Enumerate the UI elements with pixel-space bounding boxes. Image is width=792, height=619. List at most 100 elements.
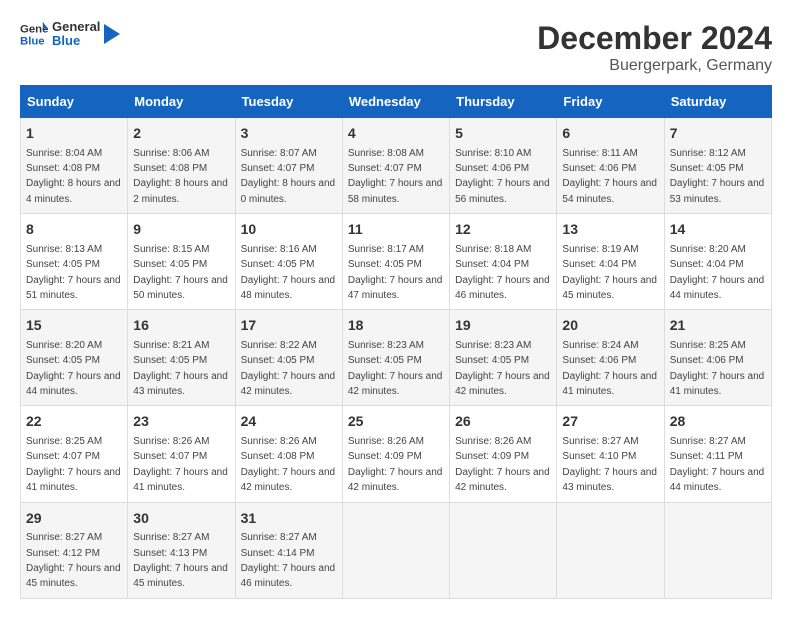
sunset-info: Sunset: 4:13 PM: [133, 548, 207, 559]
calendar-cell-w5-d2: 31 Sunrise: 8:27 AM Sunset: 4:14 PM Dayl…: [235, 502, 342, 598]
sunset-info: Sunset: 4:08 PM: [241, 451, 315, 462]
daylight-info: Daylight: 8 hours and 2 minutes.: [133, 178, 228, 204]
calendar-week-3: 15 Sunrise: 8:20 AM Sunset: 4:05 PM Dayl…: [21, 310, 772, 406]
calendar-cell-w1-d1: 2 Sunrise: 8:06 AM Sunset: 4:08 PM Dayli…: [128, 118, 235, 214]
col-monday: Monday: [128, 86, 235, 118]
calendar-cell-w4-d1: 23 Sunrise: 8:26 AM Sunset: 4:07 PM Dayl…: [128, 406, 235, 502]
day-number: 30: [133, 509, 229, 529]
calendar-cell-w2-d0: 8 Sunrise: 8:13 AM Sunset: 4:05 PM Dayli…: [21, 214, 128, 310]
sunset-info: Sunset: 4:05 PM: [133, 355, 207, 366]
calendar-cell-w5-d6: [664, 502, 771, 598]
sunrise-info: Sunrise: 8:25 AM: [26, 436, 102, 447]
daylight-info: Daylight: 7 hours and 43 minutes.: [562, 467, 657, 493]
calendar-cell-w1-d4: 5 Sunrise: 8:10 AM Sunset: 4:06 PM Dayli…: [450, 118, 557, 214]
calendar-cell-w4-d5: 27 Sunrise: 8:27 AM Sunset: 4:10 PM Dayl…: [557, 406, 664, 502]
sunset-info: Sunset: 4:04 PM: [455, 259, 529, 270]
sunset-info: Sunset: 4:05 PM: [348, 259, 422, 270]
daylight-info: Daylight: 7 hours and 42 minutes.: [348, 467, 443, 493]
col-friday: Friday: [557, 86, 664, 118]
sunrise-info: Sunrise: 8:27 AM: [670, 436, 746, 447]
calendar-cell-w1-d3: 4 Sunrise: 8:08 AM Sunset: 4:07 PM Dayli…: [342, 118, 449, 214]
sunset-info: Sunset: 4:12 PM: [26, 548, 100, 559]
sunrise-info: Sunrise: 8:21 AM: [133, 340, 209, 351]
sunrise-info: Sunrise: 8:20 AM: [26, 340, 102, 351]
col-tuesday: Tuesday: [235, 86, 342, 118]
day-number: 10: [241, 220, 337, 240]
sunrise-info: Sunrise: 8:11 AM: [562, 148, 637, 159]
sunset-info: Sunset: 4:06 PM: [562, 355, 636, 366]
daylight-info: Daylight: 7 hours and 42 minutes.: [455, 371, 550, 397]
sunset-info: Sunset: 4:04 PM: [562, 259, 636, 270]
sunrise-info: Sunrise: 8:27 AM: [241, 532, 317, 543]
col-saturday: Saturday: [664, 86, 771, 118]
daylight-info: Daylight: 7 hours and 42 minutes.: [241, 371, 336, 397]
calendar-cell-w3-d2: 17 Sunrise: 8:22 AM Sunset: 4:05 PM Dayl…: [235, 310, 342, 406]
sunset-info: Sunset: 4:11 PM: [670, 451, 743, 462]
daylight-info: Daylight: 7 hours and 41 minutes.: [562, 371, 657, 397]
sunset-info: Sunset: 4:07 PM: [241, 163, 315, 174]
calendar-cell-w4-d0: 22 Sunrise: 8:25 AM Sunset: 4:07 PM Dayl…: [21, 406, 128, 502]
sunset-info: Sunset: 4:06 PM: [562, 163, 636, 174]
sunrise-info: Sunrise: 8:17 AM: [348, 244, 424, 255]
daylight-info: Daylight: 7 hours and 46 minutes.: [455, 275, 550, 301]
daylight-info: Daylight: 8 hours and 0 minutes.: [241, 178, 336, 204]
calendar-cell-w2-d2: 10 Sunrise: 8:16 AM Sunset: 4:05 PM Dayl…: [235, 214, 342, 310]
day-number: 4: [348, 124, 444, 144]
daylight-info: Daylight: 7 hours and 58 minutes.: [348, 178, 443, 204]
daylight-info: Daylight: 7 hours and 42 minutes.: [241, 467, 336, 493]
daylight-info: Daylight: 7 hours and 45 minutes.: [133, 563, 228, 589]
calendar-cell-w3-d3: 18 Sunrise: 8:23 AM Sunset: 4:05 PM Dayl…: [342, 310, 449, 406]
sunset-info: Sunset: 4:06 PM: [670, 355, 744, 366]
sunrise-info: Sunrise: 8:24 AM: [562, 340, 638, 351]
sunset-info: Sunset: 4:05 PM: [455, 355, 529, 366]
day-number: 31: [241, 509, 337, 529]
calendar-cell-w4-d2: 24 Sunrise: 8:26 AM Sunset: 4:08 PM Dayl…: [235, 406, 342, 502]
sunrise-info: Sunrise: 8:23 AM: [455, 340, 531, 351]
day-number: 14: [670, 220, 766, 240]
day-number: 18: [348, 316, 444, 336]
calendar-cell-w1-d5: 6 Sunrise: 8:11 AM Sunset: 4:06 PM Dayli…: [557, 118, 664, 214]
daylight-info: Daylight: 7 hours and 41 minutes.: [26, 467, 121, 493]
day-number: 20: [562, 316, 658, 336]
sunrise-info: Sunrise: 8:25 AM: [670, 340, 746, 351]
daylight-info: Daylight: 7 hours and 51 minutes.: [26, 275, 121, 301]
sunset-info: Sunset: 4:09 PM: [348, 451, 422, 462]
day-number: 12: [455, 220, 551, 240]
daylight-info: Daylight: 7 hours and 53 minutes.: [670, 178, 765, 204]
page-subtitle: Buergerpark, Germany: [537, 57, 772, 75]
daylight-info: Daylight: 7 hours and 45 minutes.: [562, 275, 657, 301]
calendar-cell-w2-d6: 14 Sunrise: 8:20 AM Sunset: 4:04 PM Dayl…: [664, 214, 771, 310]
sunrise-info: Sunrise: 8:04 AM: [26, 148, 102, 159]
sunrise-info: Sunrise: 8:06 AM: [133, 148, 209, 159]
sunset-info: Sunset: 4:05 PM: [26, 355, 100, 366]
day-number: 25: [348, 412, 444, 432]
sunset-info: Sunset: 4:05 PM: [348, 355, 422, 366]
sunrise-info: Sunrise: 8:27 AM: [133, 532, 209, 543]
calendar-cell-w5-d1: 30 Sunrise: 8:27 AM Sunset: 4:13 PM Dayl…: [128, 502, 235, 598]
logo: General Blue General Blue: [20, 20, 120, 49]
sunset-info: Sunset: 4:07 PM: [133, 451, 207, 462]
day-number: 22: [26, 412, 122, 432]
calendar-week-2: 8 Sunrise: 8:13 AM Sunset: 4:05 PM Dayli…: [21, 214, 772, 310]
sunset-info: Sunset: 4:08 PM: [133, 163, 207, 174]
day-number: 27: [562, 412, 658, 432]
day-number: 26: [455, 412, 551, 432]
sunrise-info: Sunrise: 8:23 AM: [348, 340, 424, 351]
logo-general-text: General: [52, 20, 100, 34]
calendar-table: Sunday Monday Tuesday Wednesday Thursday…: [20, 85, 772, 599]
day-number: 5: [455, 124, 551, 144]
day-number: 1: [26, 124, 122, 144]
sunrise-info: Sunrise: 8:19 AM: [562, 244, 638, 255]
calendar-cell-w1-d2: 3 Sunrise: 8:07 AM Sunset: 4:07 PM Dayli…: [235, 118, 342, 214]
sunset-info: Sunset: 4:07 PM: [26, 451, 100, 462]
calendar-week-4: 22 Sunrise: 8:25 AM Sunset: 4:07 PM Dayl…: [21, 406, 772, 502]
sunset-info: Sunset: 4:05 PM: [26, 259, 100, 270]
sunset-info: Sunset: 4:10 PM: [562, 451, 636, 462]
daylight-info: Daylight: 7 hours and 41 minutes.: [670, 371, 765, 397]
sunrise-info: Sunrise: 8:18 AM: [455, 244, 531, 255]
page-title: December 2024: [537, 20, 772, 57]
daylight-info: Daylight: 7 hours and 46 minutes.: [241, 563, 336, 589]
calendar-cell-w4-d6: 28 Sunrise: 8:27 AM Sunset: 4:11 PM Dayl…: [664, 406, 771, 502]
day-number: 28: [670, 412, 766, 432]
daylight-info: Daylight: 8 hours and 4 minutes.: [26, 178, 121, 204]
